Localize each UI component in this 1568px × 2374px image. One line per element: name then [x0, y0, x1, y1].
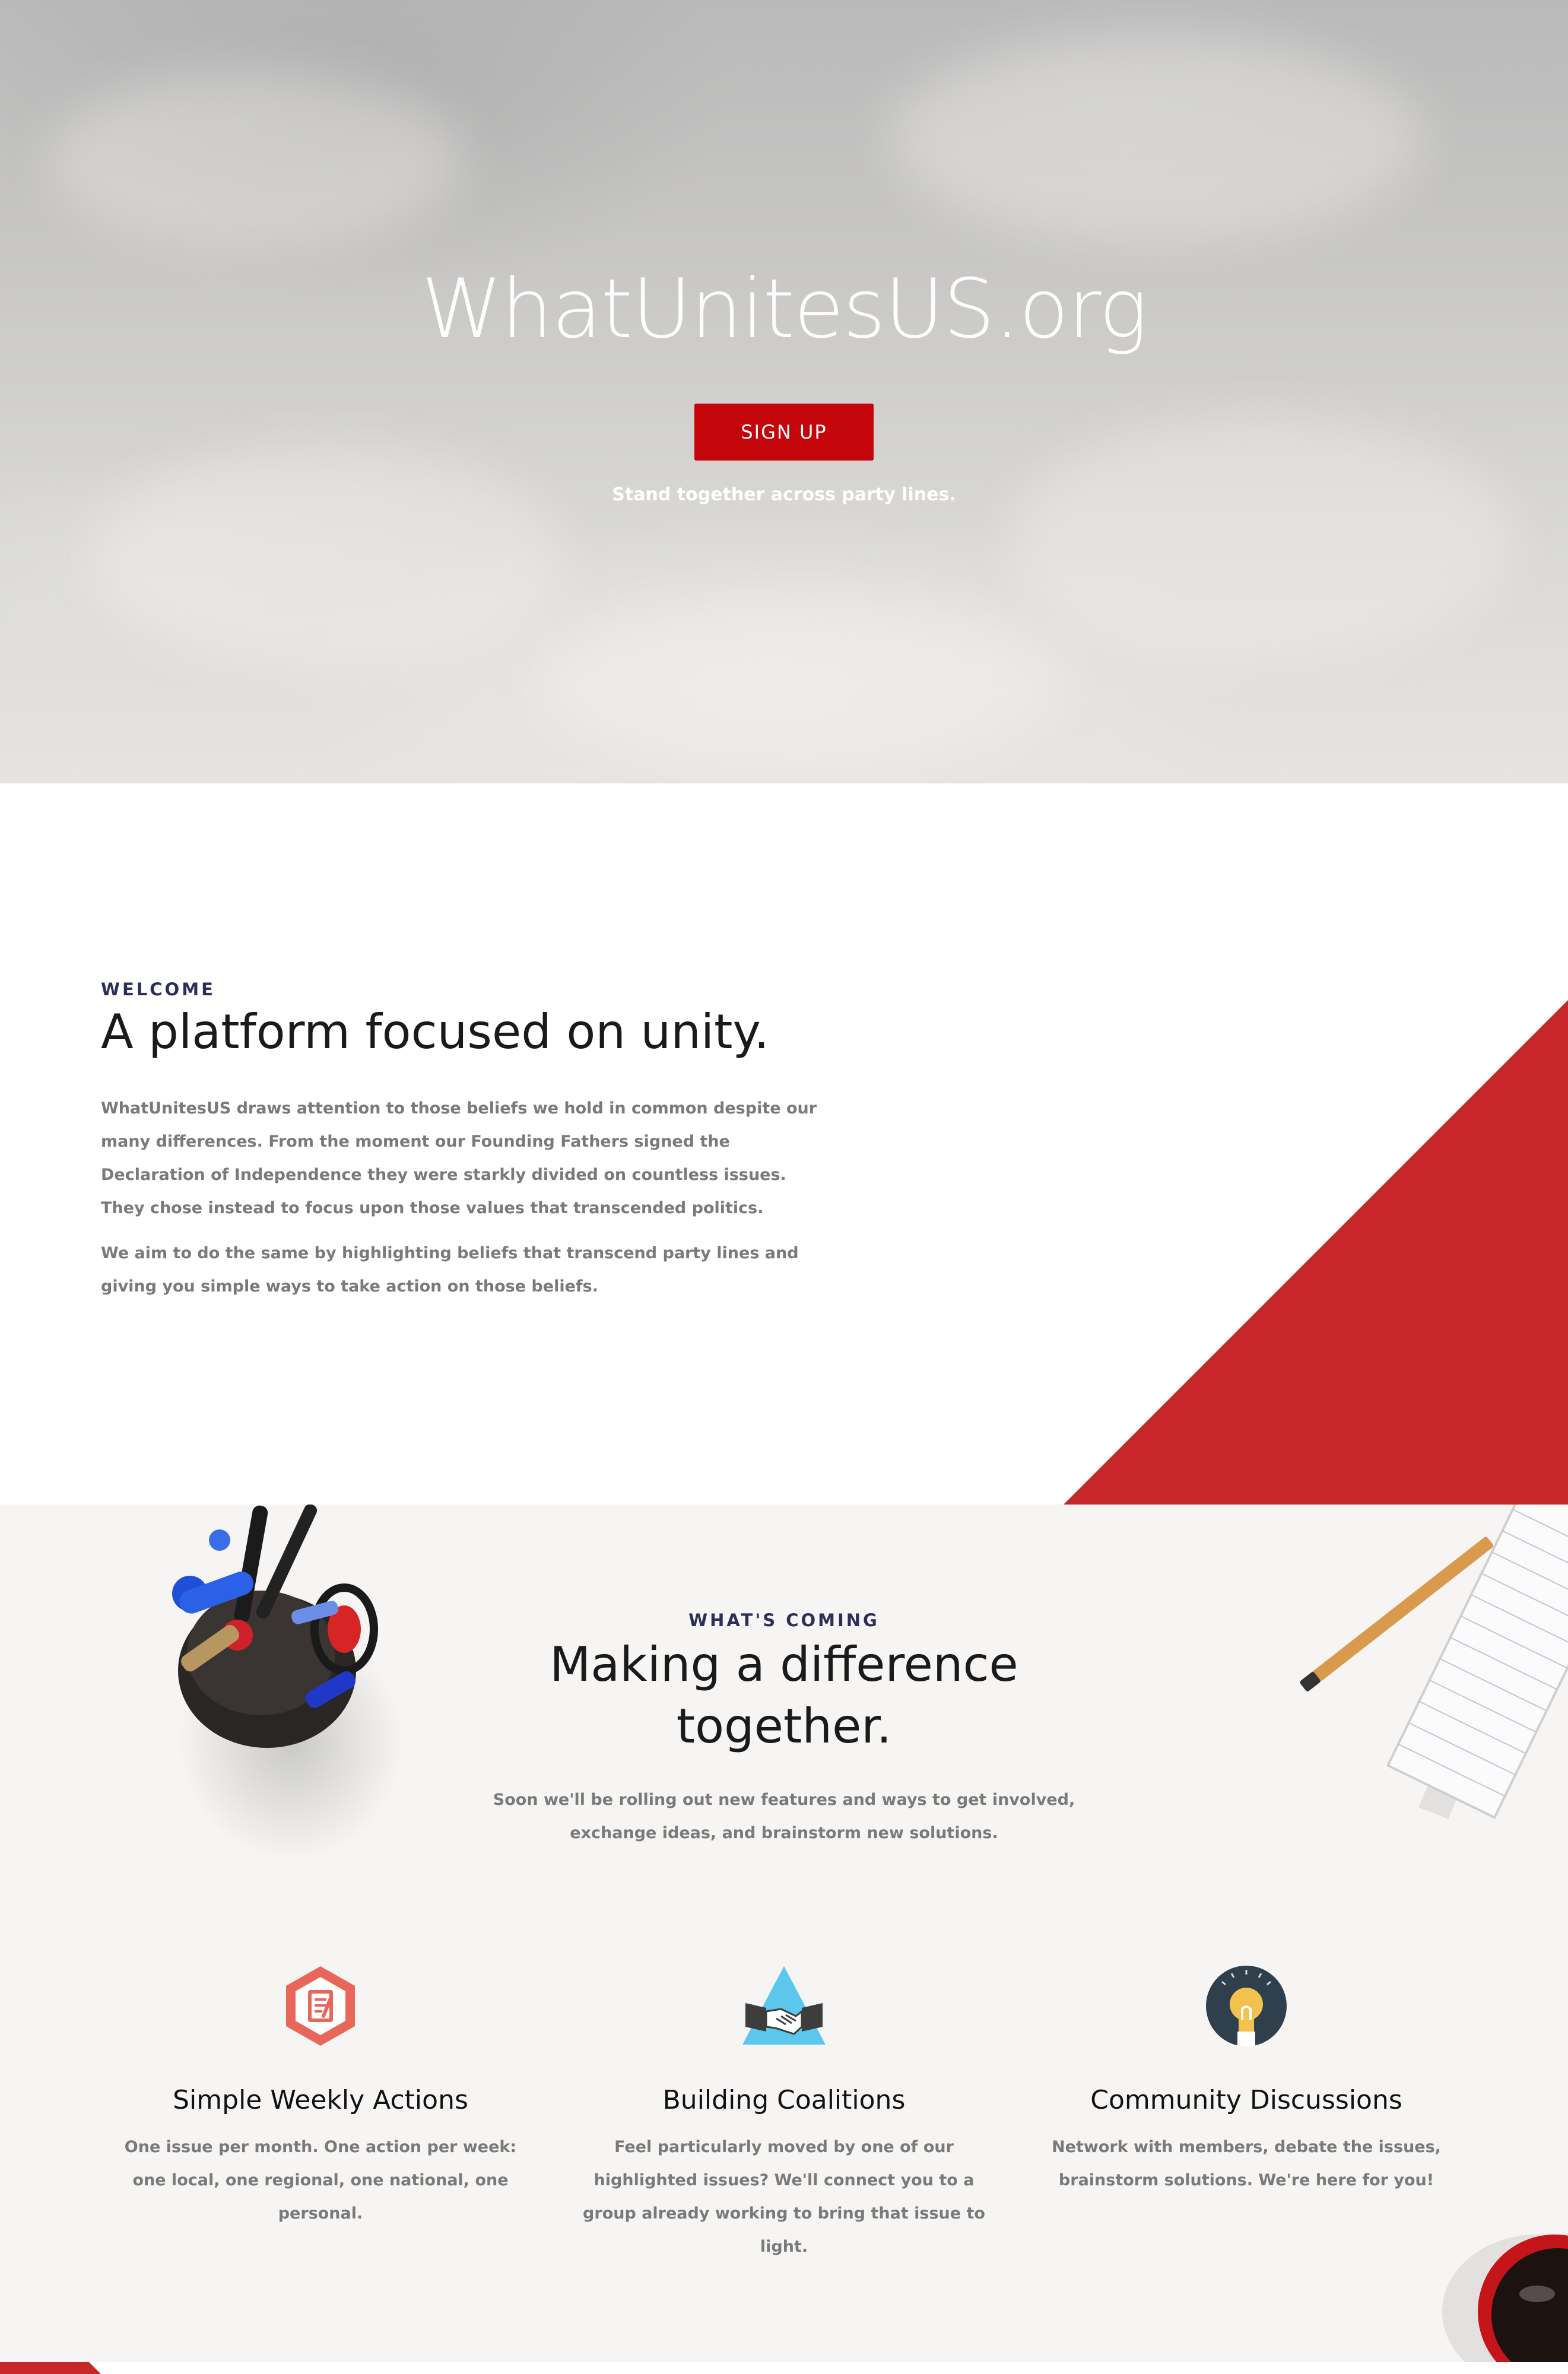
- welcome-heading: A platform focused on unity.: [101, 1004, 769, 1059]
- hero-section: WhatUnitesUS.org SIGN UP Stand together …: [0, 0, 1568, 783]
- feature-title: Simple Weekly Actions: [173, 2085, 468, 2115]
- cloud-shape: [890, 36, 1424, 243]
- feature-title: Community Discussions: [1090, 2085, 1402, 2115]
- notepad-pencil-icon: [1300, 1505, 1568, 1819]
- cloud-shape: [1009, 415, 1513, 665]
- pen-cup-icon: [172, 1505, 404, 1861]
- handshake-triangle-icon: [739, 1962, 829, 2051]
- footer-red-accent: [0, 2362, 101, 2374]
- cloud-shape: [47, 71, 463, 249]
- welcome-paragraph: We aim to do the same by highlighting be…: [101, 1244, 799, 1296]
- feature-title: Building Coalitions: [662, 2085, 906, 2115]
- coming-eyebrow: WHAT'S COMING: [688, 1610, 880, 1630]
- coffee-cup-icon: [1442, 2235, 1568, 2362]
- coming-heading-line: Making a difference: [550, 1637, 1018, 1692]
- cloud-shape: [534, 594, 1068, 772]
- notepad-hexagon-icon: [276, 1962, 365, 2051]
- feature-text: Network with members, debate the issues,…: [1052, 2138, 1441, 2189]
- feature-weekly-actions: Simple Weekly Actions One issue per mont…: [113, 1962, 528, 2230]
- welcome-paragraph: WhatUnitesUS draws attention to those be…: [101, 1099, 817, 1217]
- welcome-body: WhatUnitesUS draws attention to those be…: [101, 1092, 831, 1315]
- hero-tagline: Stand together across party lines.: [612, 484, 956, 505]
- coming-body: Soon we'll be rolling out new features a…: [493, 1791, 1075, 1842]
- whats-coming-section: WHAT'S COMING Making a difference togeth…: [0, 1505, 1568, 2362]
- feature-coalitions: Building Coalitions Feel particularly mo…: [576, 1962, 992, 2264]
- feature-discussions: Community Discussions Network with membe…: [1039, 1962, 1454, 2197]
- red-triangle-decoration: [1064, 1000, 1568, 1505]
- welcome-section: WELCOME A platform focused on unity. Wha…: [0, 783, 1568, 1505]
- feature-text: One issue per month. One action per week…: [124, 2138, 517, 2223]
- site-title: WhatUnitesUS.org: [421, 261, 1148, 357]
- coming-heading-line: together.: [676, 1699, 892, 1754]
- lightbulb-circle-icon: [1202, 1962, 1291, 2051]
- cloud-shape: [89, 445, 564, 671]
- feature-text: Feel particularly moved by one of our hi…: [583, 2138, 985, 2256]
- welcome-eyebrow: WELCOME: [101, 979, 215, 999]
- coming-heading: Making a difference together.: [487, 1634, 1081, 1757]
- signup-button[interactable]: SIGN UP: [694, 404, 874, 461]
